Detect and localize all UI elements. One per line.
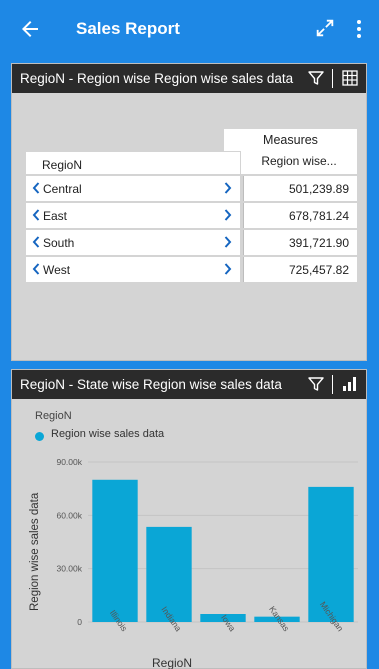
filter-icon[interactable]	[308, 376, 324, 392]
region-table-card: RegioN - Region wise Region wise sales d…	[11, 63, 367, 361]
y-tick-label: 60.00k	[56, 510, 82, 520]
card-title: RegioN - Region wise Region wise sales d…	[20, 71, 294, 86]
state-chart-card: RegioN - State wise Region wise sales da…	[11, 369, 367, 669]
y-tick-label: 90.00k	[56, 457, 82, 467]
row-cell: West	[26, 257, 240, 282]
filter-icon[interactable]	[308, 70, 324, 86]
value-cell: 678,781.24	[243, 203, 357, 228]
chevron-left-icon[interactable]	[32, 263, 40, 275]
value-cell: 501,239.89	[243, 176, 357, 201]
value-cell: 391,721.90	[243, 230, 357, 255]
chevron-right-icon[interactable]	[224, 209, 232, 221]
chevron-right-icon[interactable]	[224, 236, 232, 248]
row-header-region: RegioN	[26, 152, 240, 174]
page-title: Sales Report	[76, 19, 180, 38]
back-arrow-icon[interactable]	[18, 17, 42, 41]
chevron-right-icon[interactable]	[224, 182, 232, 194]
card-header: RegioN - Region wise Region wise sales d…	[12, 64, 366, 93]
bar-chart: 030.00k60.00k90.00kIllinois Indiana Iowa Ka…	[56, 457, 358, 633]
card-header: RegioN - State wise Region wise sales da…	[12, 370, 366, 399]
chevron-right-icon[interactable]	[224, 263, 232, 275]
row-label: Central	[43, 182, 82, 196]
table-row: Central 501,239.89	[26, 176, 357, 202]
row-label: West	[43, 263, 71, 277]
bar-chart-icon[interactable]	[342, 376, 358, 392]
row-cell: Central	[26, 176, 240, 201]
chart-area: RegioN Region wise sales data Region wis…	[12, 400, 368, 669]
row-cell: East	[26, 203, 240, 228]
y-tick-label: 0	[77, 617, 82, 627]
app-bar: Sales Report	[0, 0, 379, 58]
table-row: East 678,781.24	[26, 203, 357, 229]
bar-illinois[interactable]	[92, 479, 138, 622]
y-tick-label: 30.00k	[56, 564, 82, 574]
table-row: West 725,457.82	[26, 257, 357, 283]
card-title: RegioN - State wise Region wise sales da…	[20, 377, 282, 392]
table-row: South 391,721.90	[26, 230, 357, 256]
chevron-left-icon[interactable]	[32, 236, 40, 248]
column-header-value[interactable]: Region wise...	[241, 150, 357, 174]
row-label: East	[43, 209, 68, 223]
chevron-left-icon[interactable]	[32, 209, 40, 221]
row-cell: South	[26, 230, 240, 255]
header-divider	[332, 375, 333, 394]
measures-header: Measures	[224, 129, 357, 151]
chevron-left-icon[interactable]	[32, 182, 40, 194]
expand-icon[interactable]	[314, 17, 336, 39]
header-divider	[332, 69, 333, 88]
row-label: South	[43, 236, 75, 250]
value-cell: 725,457.82	[243, 257, 357, 282]
bar-michigan[interactable]	[308, 486, 354, 622]
table-view-icon[interactable]	[342, 70, 358, 86]
more-options-icon[interactable]	[355, 17, 363, 41]
